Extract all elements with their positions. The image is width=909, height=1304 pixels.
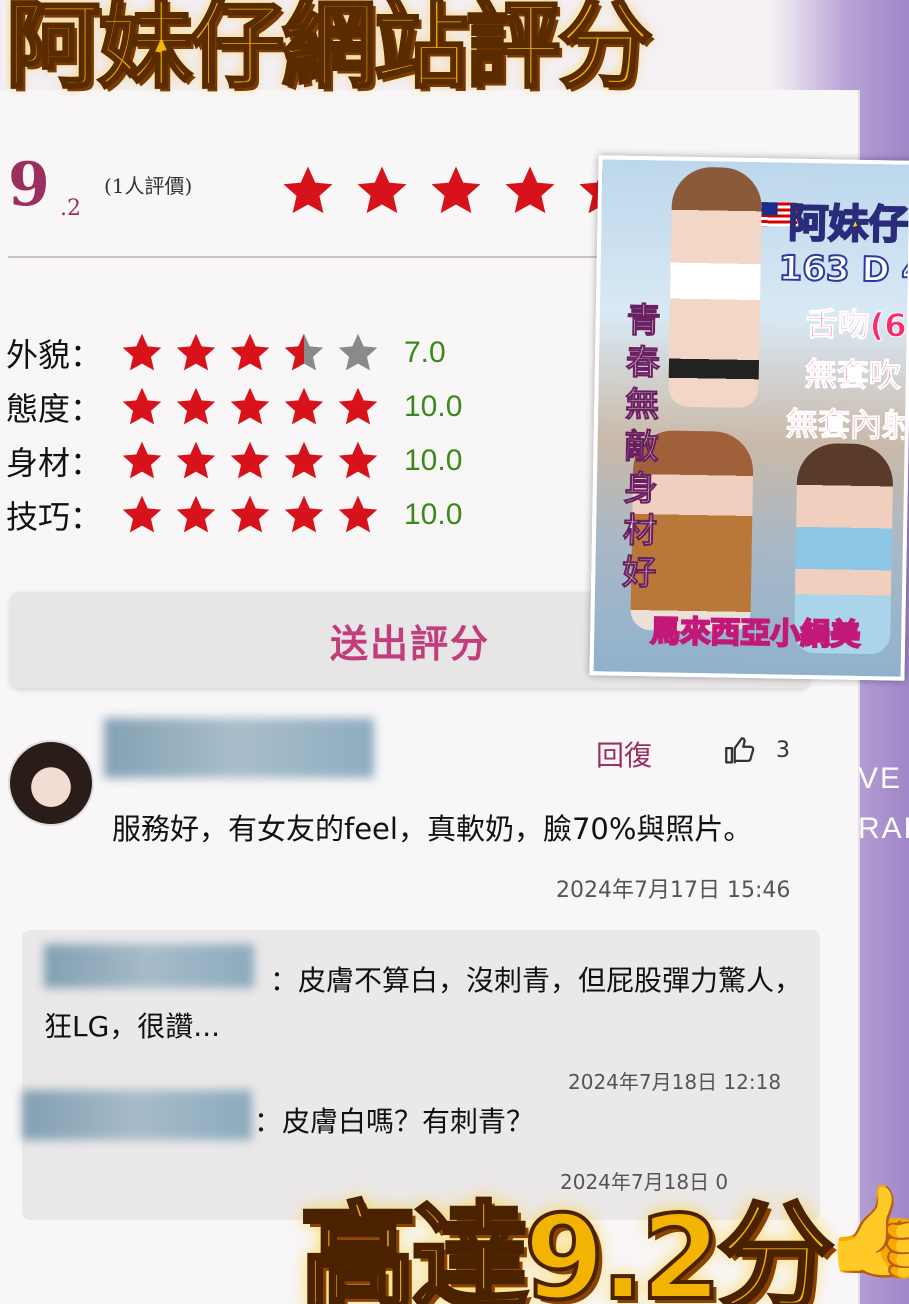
star-icon[interactable]	[118, 385, 166, 429]
category-label: 外貌：	[6, 336, 103, 374]
star-icon[interactable]	[172, 385, 220, 429]
blurred-username	[22, 1090, 252, 1140]
comment-date: 2024年7月17日 15:46	[556, 878, 791, 903]
overall-stars[interactable]	[278, 163, 634, 219]
promo-vertical-text: 青春無敵身材好	[621, 300, 662, 594]
star-icon[interactable]	[118, 331, 166, 375]
promo-caption: 馬來西亞小絹美	[649, 613, 862, 654]
star-icon[interactable]	[118, 439, 166, 483]
promo-image: 阿妹仔 163 D 49 舌吻(6 無套吹 無套內射 青春無敵身材好 馬來西亞小…	[589, 155, 909, 681]
promo-title: 阿妹仔	[787, 200, 909, 250]
star-icon[interactable]	[226, 493, 274, 537]
promo-line: 舌吻(6	[805, 304, 908, 345]
category-value: 7.0	[404, 336, 446, 369]
thumbs-up-hand-icon: 👍	[822, 1179, 909, 1284]
category-stars[interactable]	[118, 385, 382, 429]
overall-score: 9	[8, 150, 50, 220]
banner-title: 阿妹仔網站評分	[6, 0, 654, 102]
category-row-skill: 技巧： 10.0	[6, 490, 462, 540]
star-icon[interactable]	[172, 493, 220, 537]
star-icon[interactable]	[280, 385, 328, 429]
category-row-figure: 身材： 10.0	[6, 436, 462, 486]
category-stars[interactable]	[118, 493, 382, 537]
rating-count: (1人評價)	[104, 174, 193, 198]
category-row-attitude: 態度： 10.0	[6, 382, 462, 432]
reply-text: ：皮膚白嗎？有刺青？	[254, 1105, 535, 1138]
promo-line: 無套吹	[804, 354, 902, 395]
category-row-appearance: 外貌： 7.0	[6, 328, 446, 378]
star-icon[interactable]	[352, 163, 412, 219]
category-label: 技巧：	[6, 498, 103, 536]
star-icon[interactable]	[280, 439, 328, 483]
star-icon[interactable]	[426, 163, 486, 219]
star-icon[interactable]	[226, 385, 274, 429]
category-label: 身材：	[6, 444, 103, 482]
star-icon[interactable]	[500, 163, 560, 219]
star-icon[interactable]	[334, 331, 382, 375]
category-label: 態度：	[6, 390, 103, 428]
reply-date: 2024年7月18日 12:18	[568, 1070, 782, 1094]
divider	[8, 256, 628, 258]
category-stars[interactable]	[118, 439, 382, 483]
side-text: VE	[858, 762, 903, 795]
star-icon[interactable]	[118, 493, 166, 537]
star-icon[interactable]	[172, 439, 220, 483]
star-icon[interactable]	[226, 439, 274, 483]
overall-score-decimal: .2	[60, 196, 81, 221]
model-photo	[668, 166, 763, 409]
blurred-username	[104, 718, 374, 778]
star-icon[interactable]	[334, 493, 382, 537]
star-icon[interactable]	[278, 163, 338, 219]
star-icon[interactable]	[334, 439, 382, 483]
promo-line: 無套內射	[785, 404, 909, 445]
comment-text: 服務好，有女友的feel，真軟奶，臉70%與照片。	[112, 812, 753, 846]
reply-text: ：皮膚不算白，沒刺青，但屁股彈力驚人，狂LG，很讚...	[44, 964, 803, 1043]
category-value: 10.0	[404, 498, 463, 531]
category-value: 10.0	[404, 390, 463, 423]
star-icon[interactable]	[172, 331, 220, 375]
reply-button[interactable]: 回復	[596, 734, 652, 774]
star-icon[interactable]	[334, 385, 382, 429]
score-badge: 高達9.2分	[298, 1189, 835, 1304]
promo-stats: 163 D 49	[777, 247, 909, 292]
avatar[interactable]	[8, 740, 94, 826]
thumbs-up-icon[interactable]	[722, 734, 756, 768]
category-stars[interactable]	[118, 331, 382, 375]
star-icon[interactable]	[280, 331, 328, 375]
side-text: RAF	[858, 812, 909, 845]
like-count: 3	[776, 738, 790, 763]
star-icon[interactable]	[226, 331, 274, 375]
star-icon[interactable]	[280, 493, 328, 537]
category-value: 10.0	[404, 444, 463, 477]
